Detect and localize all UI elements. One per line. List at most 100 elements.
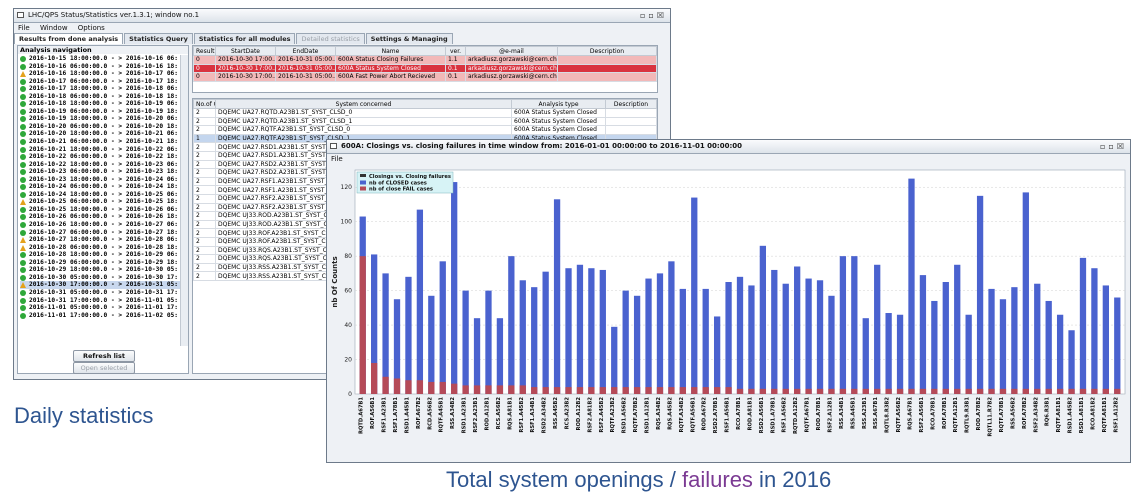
table-cell: arkadiusz.gorzawski@cern.ch: [465, 63, 558, 74]
x-tick-label: RSS.A45B2: [553, 397, 559, 429]
analysis-list-item[interactable]: 2016-10-31 05:00:00.0 - > 2016-10-31 17:: [20, 289, 180, 297]
column-header[interactable]: ver.: [445, 46, 466, 56]
analysis-list-item[interactable]: 2016-10-24 18:00:00.0 - > 2016-10-25 06:: [20, 191, 180, 199]
analysis-list-item[interactable]: 2016-10-20 18:00:00.0 - > 2016-10-21 06:: [20, 130, 180, 138]
x-tick-label: RQTL9.R3B1: [965, 397, 971, 433]
maximize-icon[interactable]: ▫: [648, 11, 656, 20]
bar-fail-cases: [794, 388, 801, 394]
table-cell: 2: [193, 262, 216, 273]
tab-statistics-query[interactable]: Statistics Query: [124, 33, 193, 44]
tab-statistics-all-modules[interactable]: Statistics for all modules: [193, 33, 296, 44]
table-row[interactable]: 0 2016-10-30 17:00... 2016-10-31 05:00... 6…: [193, 72, 657, 82]
menu-file[interactable]: File: [331, 155, 343, 163]
tab-results[interactable]: Results from done analysis: [14, 33, 124, 44]
table-row[interactable]: 0 2016-10-30 17:00... 2016-10-31 05:00... 6…: [193, 63, 657, 74]
bar-closed-cases: [713, 316, 721, 394]
analysis-list-item[interactable]: 2016-10-20 06:00:00.0 - > 2016-10-20 18:: [20, 123, 180, 131]
bar-closed-cases: [451, 182, 458, 394]
table-cell: 2: [193, 202, 216, 213]
table-row[interactable]: 0 2016-10-30 17:00... 2016-10-31 05:00... 6…: [193, 55, 657, 65]
analysis-list-item[interactable]: 2016-10-22 06:00:00.0 - > 2016-10-22 18:: [20, 153, 180, 161]
analysis-list-item-text: 2016-10-31 17:00:00.0 - > 2016-11-01 05:: [29, 296, 179, 304]
column-header[interactable]: Analysis type: [511, 99, 606, 109]
x-tick-label: RSF2.A81B2: [587, 397, 593, 433]
analysis-list[interactable]: 2016-10-15 18:00:00.0 - > 2016-10-16 06:…: [20, 55, 180, 346]
ok-check-icon: [20, 63, 26, 70]
analysis-list-item-text: 2016-10-30 05:00:00.0 - > 2016-10-30 17:: [29, 273, 179, 281]
analysis-list-item[interactable]: 2016-10-28 06:00:00.0 - > 2016-10-28 18:: [20, 244, 180, 252]
analysis-list-item[interactable]: 2016-10-17 06:00:00.0 - > 2016-10-17 18:: [20, 78, 180, 86]
analysis-list-item[interactable]: 2016-10-16 06:00:00.0 - > 2016-10-16 18:: [20, 63, 180, 71]
column-header[interactable]: EndDate: [275, 46, 336, 56]
analysis-list-item[interactable]: 2016-10-29 18:00:00.0 - > 2016-10-30 05:: [20, 266, 180, 274]
bar-fail-cases: [828, 388, 835, 394]
column-header[interactable]: No.of C...: [193, 99, 216, 109]
column-header[interactable]: Name: [335, 46, 446, 56]
chart-window-titlebar[interactable]: 600A: Closings vs. closing failures in t…: [327, 140, 1130, 154]
analysis-list-item[interactable]: 2016-10-17 18:00:00.0 - > 2016-10-18 06:: [20, 85, 180, 93]
analysis-list-item[interactable]: 2016-10-27 06:00:00.0 - > 2016-10-27 18:: [20, 229, 180, 237]
column-header[interactable]: Result: [193, 46, 216, 56]
column-header[interactable]: StartDate: [215, 46, 276, 56]
analysis-list-item[interactable]: 2016-11-01 17:00:00.0 - > 2016-11-02 05:: [20, 312, 180, 320]
refresh-list-button[interactable]: Refresh list: [73, 350, 135, 362]
bar-fail-cases: [908, 388, 915, 394]
table-cell: arkadiusz.gorzawski@cern.ch: [465, 55, 558, 65]
analysis-list-item[interactable]: 2016-10-22 18:00:00.0 - > 2016-10-23 06:: [20, 161, 180, 169]
bar-fail-cases: [725, 387, 732, 394]
table-row[interactable]: 2 DQEMC UA27.RQTD.A23B1.ST_SYST_CLSD_1 600…: [193, 116, 657, 127]
close-icon[interactable]: ☒: [1117, 142, 1127, 151]
analysis-list-item[interactable]: 2016-10-19 06:00:00.0 - > 2016-10-19 18:: [20, 108, 180, 116]
table-cell: [557, 55, 657, 65]
table-row[interactable]: 2 DQEMC UA27.RQTF.A23B1.ST_SYST_CLSD_0 600…: [193, 125, 657, 135]
analysis-list-item[interactable]: 2016-10-27 18:00:00.0 - > 2016-10-28 06:: [20, 236, 180, 244]
column-header[interactable]: System concerned: [215, 99, 512, 109]
x-tick-label: RQTL8.R3B2: [885, 397, 891, 433]
column-header[interactable]: Description: [557, 46, 657, 56]
analysis-list-item[interactable]: 2016-10-29 06:00:00.0 - > 2016-10-29 18:: [20, 259, 180, 267]
analysis-list-item[interactable]: 2016-10-30 05:00:00.0 - > 2016-10-30 17:: [20, 274, 180, 282]
chart-window-controls[interactable]: ▫▫☒: [1100, 140, 1127, 153]
analysis-list-item[interactable]: 2016-10-15 18:00:00.0 - > 2016-10-16 06:: [20, 55, 180, 63]
analysis-list-item[interactable]: 2016-10-23 06:00:00.0 - > 2016-10-23 18:: [20, 168, 180, 176]
analysis-list-scrollbar[interactable]: [180, 55, 188, 346]
menu-window[interactable]: Window: [40, 24, 68, 32]
bar-closed-cases: [965, 314, 972, 394]
analysis-list-item[interactable]: 2016-10-25 06:00:00.0 - > 2016-10-25 18:: [20, 198, 180, 206]
analysis-list-item[interactable]: 2016-10-30 17:00:00.0 - > 2016-10-31 05:: [20, 281, 180, 289]
analysis-list-item[interactable]: 2016-10-23 18:00:00.0 - > 2016-10-24 06:: [20, 176, 180, 184]
analysis-list-item[interactable]: 2016-10-21 06:00:00.0 - > 2016-10-21 18:: [20, 138, 180, 146]
table-row[interactable]: 2 DQEMC UA27.RQTD.A23B1.ST_SYST_CLSD_0 600…: [193, 108, 657, 118]
bar-fail-cases: [416, 380, 424, 394]
analysis-list-item[interactable]: 2016-10-16 18:00:00.0 - > 2016-10-17 06:: [20, 70, 180, 78]
bar-closed-cases: [656, 273, 664, 394]
close-icon[interactable]: ☒: [657, 11, 667, 20]
open-selected-button[interactable]: Open selected: [73, 362, 135, 374]
menu-file[interactable]: File: [18, 24, 30, 32]
analysis-list-item[interactable]: 2016-10-18 18:00:00.0 - > 2016-10-19 06:: [20, 100, 180, 108]
window-controls[interactable]: ▫▫☒: [640, 9, 667, 22]
main-window-titlebar[interactable]: LHC/QPS Status/Statistics ver.1.3.1; win…: [14, 9, 670, 23]
analysis-list-item[interactable]: 2016-10-31 17:00:00.0 - > 2016-11-01 05:: [20, 297, 180, 305]
analysis-list-item[interactable]: 2016-10-28 18:00:00.0 - > 2016-10-29 06:: [20, 251, 180, 259]
analysis-list-item[interactable]: 2016-11-01 05:00:00.0 - > 2016-11-01 17:: [20, 304, 180, 312]
x-tick-label: RSD1.A81B1: [1079, 397, 1085, 434]
analysis-list-item[interactable]: 2016-10-25 18:00:00.0 - > 2016-10-26 06:: [20, 206, 180, 214]
menu-options[interactable]: Options: [78, 24, 105, 32]
bar-closed-cases: [782, 283, 789, 394]
analysis-list-item[interactable]: 2016-10-26 18:00:00.0 - > 2016-10-27 06:: [20, 221, 180, 229]
analysis-list-item[interactable]: 2016-10-26 06:00:00.0 - > 2016-10-26 18:: [20, 213, 180, 221]
bar-fail-cases: [713, 387, 721, 394]
analysis-list-item[interactable]: 2016-10-21 18:00:00.0 - > 2016-10-22 06:: [20, 146, 180, 154]
analysis-list-item[interactable]: 2016-10-18 06:00:00.0 - > 2016-10-18 18:: [20, 93, 180, 101]
bar-closed-cases: [851, 256, 858, 394]
tab-detailed-statistics[interactable]: Detailed statistics: [296, 33, 365, 44]
analysis-list-item[interactable]: 2016-10-19 18:00:00.0 - > 2016-10-20 06:: [20, 115, 180, 123]
column-header[interactable]: Description: [605, 99, 657, 109]
x-tick-label: RQTL11.R7B2: [988, 397, 994, 437]
warning-icon: [20, 237, 26, 244]
analysis-list-item[interactable]: 2016-10-24 06:00:00.0 - > 2016-10-24 18:: [20, 183, 180, 191]
tab-settings-managing[interactable]: Settings & Managing: [365, 33, 453, 44]
column-header[interactable]: @e-mail: [465, 46, 558, 56]
maximize-icon[interactable]: ▫: [1108, 142, 1116, 151]
